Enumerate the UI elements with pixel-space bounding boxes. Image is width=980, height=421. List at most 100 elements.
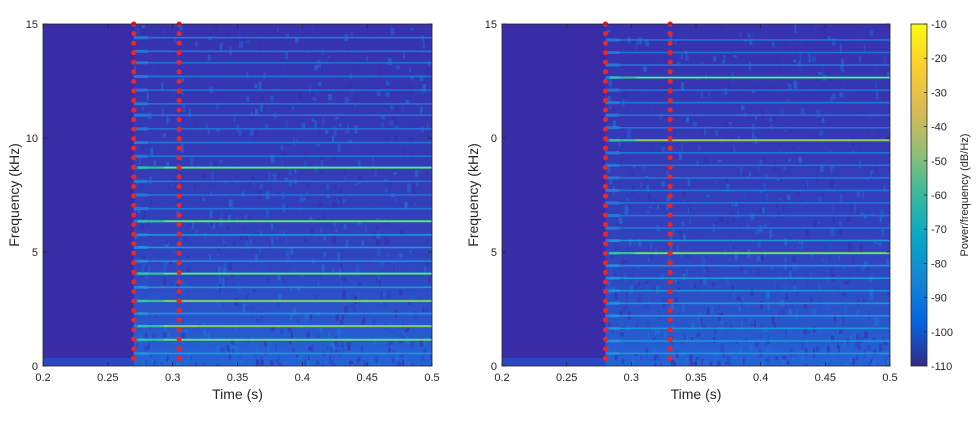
texture-cell [326,182,330,191]
texture-cell [787,83,790,87]
texture-cell [246,96,249,102]
texture-cell [307,360,310,366]
colorbar-tick-label: -40 [931,122,947,134]
texture-cell [783,291,785,298]
colorbar-tick-label: -100 [931,327,953,339]
texture-cell [681,142,683,151]
texture-cell [286,250,290,257]
marker-dot [131,250,137,256]
marker-dot [131,317,137,323]
texture-cell [846,299,850,302]
texture-cell [414,92,419,97]
marker-dot [602,193,609,199]
texture-cell [248,239,253,245]
texture-cell [372,318,376,326]
texture-cell [839,43,842,53]
texture-cell [190,288,193,291]
texture-cell [288,327,292,332]
texture-cell [239,41,243,49]
texture-cell [784,39,787,49]
texture-cell [295,37,299,43]
texture-cell [640,181,642,188]
texture-cell [290,285,293,292]
texture-cell [703,278,707,286]
texture-cell [329,355,331,365]
texture-cell [152,333,156,343]
texture-cell [339,320,344,325]
texture-cell [350,305,354,308]
texture-cell [374,30,378,37]
texture-cell [703,365,705,366]
marker-dot [131,307,137,314]
texture-cell [628,356,631,361]
texture-cell [637,281,641,287]
texture-cell [777,147,781,152]
texture-cell [871,184,876,189]
marker-dot [131,279,137,285]
x-tick-label: 0.35 [227,372,248,384]
marker-dot [602,30,609,37]
texture-cell [255,359,260,366]
texture-cell [286,34,289,37]
texture-cell [281,65,285,74]
texture-cell [212,24,217,33]
marker-dot [131,241,137,247]
texture-cell [262,103,266,112]
texture-cell [660,224,662,228]
texture-cell [167,333,171,338]
marker-dot [176,202,182,209]
texture-cell [725,276,729,284]
texture-cell [730,211,734,215]
texture-cell [254,83,258,89]
texture-cell [420,87,424,95]
texture-cell [332,235,337,244]
texture-cell [615,254,617,258]
marker-dot [131,260,137,266]
texture-cell [339,123,342,127]
texture-cell [609,269,611,275]
texture-cell [411,185,416,194]
x-tick-label: 0.3 [624,372,639,384]
marker-dot [176,307,182,314]
x-tick-label: 0.45 [815,372,836,384]
texture-cell [737,135,740,140]
texture-cell [327,345,329,352]
texture-cell [407,158,411,167]
texture-cell [820,193,825,196]
marker-dot [176,317,182,323]
texture-cell [189,242,191,245]
texture-cell [202,363,205,366]
texture-cell [317,59,321,69]
texture-cell [685,117,689,123]
texture-cell [269,152,273,155]
texture-cell [635,233,638,238]
texture-cell [304,314,309,319]
y-tick-label: 5 [32,247,38,259]
x-tick-label: 0.4 [295,372,310,384]
texture-cell [141,144,145,152]
marker-dot [667,107,673,113]
marker-dot [602,145,609,151]
texture-cell [426,306,429,312]
texture-cell [699,232,703,239]
texture-cell [862,299,866,303]
texture-cell [728,121,733,126]
texture-cell [407,183,411,193]
texture-cell [242,227,246,230]
texture-cell [819,328,823,335]
texture-cell [423,358,425,364]
texture-cell [755,85,760,90]
texture-cell [220,26,222,30]
texture-cell [634,242,637,245]
texture-cell [321,132,324,139]
texture-cell [153,147,157,154]
texture-cell [168,278,170,281]
texture-cell [328,343,333,347]
texture-cell [875,81,877,88]
texture-cell [741,30,745,38]
texture-cell [242,303,246,313]
texture-cell [409,250,412,254]
texture-cell [803,301,807,309]
texture-cell [688,203,691,212]
marker-dot [131,97,137,103]
